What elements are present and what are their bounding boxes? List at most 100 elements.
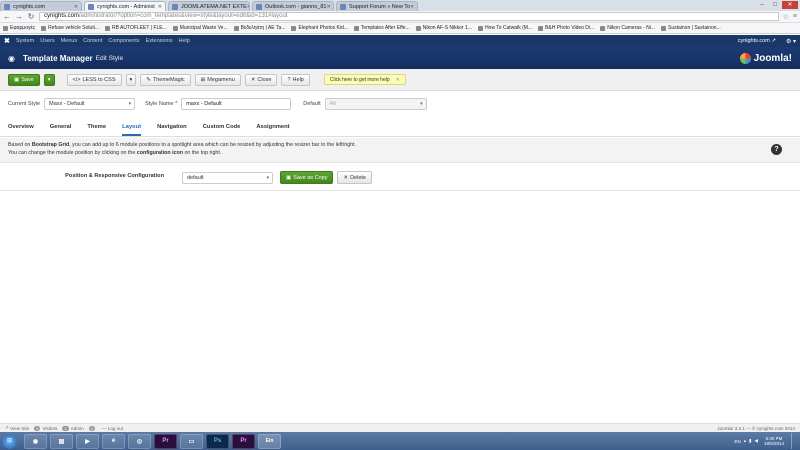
layout-select[interactable]: default ▾ <box>182 171 273 184</box>
page-title: Template Manager <box>22 53 93 63</box>
start-button[interactable]: ⊞ <box>2 433 17 449</box>
bookmark-icon <box>41 25 47 31</box>
menu-menus[interactable]: Menus <box>61 38 78 44</box>
taskbar-explorer-icon[interactable]: ▤ <box>50 433 73 449</box>
bookmark[interactable]: How To Catwalk (M... <box>477 25 532 31</box>
bookmark[interactable]: RB AUTOFLEET | FLE... <box>104 25 167 31</box>
taskbar-ie-icon[interactable]: e <box>102 433 125 449</box>
bookmark[interactable]: Elephant Photos Kid... <box>291 25 348 31</box>
reload-icon[interactable]: ↻ <box>27 12 35 21</box>
taskbar-folder-icon[interactable]: ▭ <box>180 433 203 449</box>
style-row: Current Style Maxx - Default ▾ Style Name… <box>8 97 788 111</box>
messages-status[interactable]: 0 <box>88 425 97 431</box>
style-name-input[interactable]: maxx - Default <box>181 98 292 110</box>
taskbar-premiere2-icon[interactable]: Pr <box>232 433 255 449</box>
taskbar-media-icon[interactable]: ▶ <box>76 433 99 449</box>
bookmark[interactable]: Templates After Effe... <box>353 25 410 31</box>
tab-overview[interactable]: Overview <box>8 120 34 136</box>
window-controls: – □ ✕ <box>756 1 798 9</box>
view-site-link[interactable]: ↗ View Site <box>5 425 29 431</box>
volume-icon[interactable]: ◀ <box>755 438 758 444</box>
bookmark-star-icon[interactable]: ☆ <box>783 13 789 21</box>
delete-button[interactable]: ✕ Delete <box>337 171 372 184</box>
chevron-down-icon: ▾ <box>266 174 269 181</box>
tab-assignment[interactable]: Assignment <box>256 120 289 136</box>
menu-content[interactable]: Content <box>83 38 102 44</box>
taskbar-app-icon[interactable]: Ein <box>258 433 281 449</box>
minimize-icon[interactable]: – <box>756 1 768 9</box>
tab-general[interactable]: General <box>50 120 72 136</box>
menu-components[interactable]: Components <box>108 38 139 44</box>
logout-link[interactable]: — Log out <box>102 426 123 431</box>
network-icon[interactable]: ▮ <box>749 438 751 444</box>
menu-system[interactable]: System <box>16 38 34 44</box>
less-dropdown-button[interactable]: ▾ <box>125 73 137 86</box>
current-style-select[interactable]: Maxx - Default ▾ <box>44 98 136 110</box>
close-icon[interactable]: ✕ <box>410 4 414 10</box>
save-button[interactable]: ▣ Save <box>8 73 40 86</box>
tab-custom-code[interactable]: Custom Code <box>203 120 241 136</box>
joomla-logo-icon[interactable]: ✖ <box>4 37 10 45</box>
layout-config-row: Position & Responsive Configuration defa… <box>0 165 800 191</box>
default-label: Default <box>303 101 321 107</box>
tray-arrow-icon[interactable]: ▴ <box>744 438 746 444</box>
taskbar-premiere-icon[interactable]: Pr <box>154 433 177 449</box>
close-icon[interactable]: ✕ <box>247 4 249 10</box>
clock[interactable]: 6:40 PM 18/5/2014 <box>764 436 784 447</box>
tab-navigation[interactable]: Navigation <box>157 120 187 136</box>
close-icon[interactable]: ✕ <box>326 4 330 10</box>
browser-tab[interactable]: Outlook.com - gianno_81 ✕ <box>252 1 334 11</box>
maximize-icon[interactable]: □ <box>769 1 781 9</box>
bookmark-icon <box>538 25 544 31</box>
help-button[interactable]: ? Help <box>281 73 310 86</box>
less-to-css-button[interactable]: </> LESS to CSS <box>66 73 122 86</box>
system-tray: EN ▴ ▮ ◀ 6:40 PM 18/5/2014 <box>734 433 798 449</box>
help-tip[interactable]: Click here to get more help ✕ <box>323 74 406 85</box>
megamenu-button[interactable]: ⊞ Megamenu <box>194 73 241 86</box>
site-link[interactable]: cynights.com ↗ <box>738 38 776 44</box>
save-dropdown-button[interactable]: ▾ <box>43 73 55 86</box>
menu-extensions[interactable]: Extensions <box>146 38 173 44</box>
chevron-down-icon: ▾ <box>129 76 133 83</box>
gear-icon[interactable]: ⚙ ▾ <box>786 38 796 45</box>
browser-menu-icon[interactable]: ≡ <box>793 13 797 20</box>
close-icon[interactable]: ✕ <box>74 4 78 10</box>
close-button[interactable]: ✕ Close <box>244 73 278 86</box>
bookmark[interactable]: Sustainon | Sustainon... <box>661 25 721 31</box>
taskbar-skype-icon[interactable]: ◉ <box>24 433 47 449</box>
default-select[interactable]: All ▾ <box>324 98 427 110</box>
bookmark[interactable]: B&H Photo Video Di... <box>538 25 594 31</box>
admin-footer: ↗ View Site 0 Visitors 1 Admin 0 — Log out… <box>0 423 800 432</box>
close-icon[interactable]: ✕ <box>158 4 162 10</box>
show-desktop-button[interactable] <box>791 433 798 449</box>
taskbar-photoshop-icon[interactable]: Ps <box>206 433 229 449</box>
browser-tab[interactable]: JOOMLATEMA.NET EXTE✕ <box>168 1 250 11</box>
window-close-icon[interactable]: ✕ <box>782 1 798 9</box>
bookmark-icon <box>172 25 178 31</box>
language-indicator[interactable]: EN <box>734 439 740 444</box>
url-field[interactable]: cynights.com/administrator/?option=com_t… <box>39 12 779 21</box>
save-icon: ▣ <box>286 174 292 181</box>
browser-tab-label: cynights.com - Administ <box>97 3 155 10</box>
forward-icon[interactable]: → <box>15 12 23 21</box>
save-as-copy-button[interactable]: ▣ Save as Copy <box>280 171 334 184</box>
help-question-icon[interactable]: ? <box>771 144 782 155</box>
bookmark[interactable]: Nikon AF-S Nikkor 1... <box>415 25 472 31</box>
bookmark-apps[interactable]: Εφαρμογές <box>3 25 35 31</box>
taskbar-chrome-icon[interactable]: ◎ <box>128 433 151 449</box>
menu-users[interactable]: Users <box>40 38 54 44</box>
bookmark[interactable]: Βεδεληάτη | ΑΕ Ta... <box>233 25 285 31</box>
bookmark[interactable]: Nikon Cameras - Ni... <box>600 25 655 31</box>
close-icon[interactable]: ✕ <box>396 77 400 83</box>
bookmark[interactable]: Refuse vehicle Soluti... <box>41 25 99 31</box>
menu-help[interactable]: Help <box>178 38 189 44</box>
tab-layout[interactable]: Layout <box>122 120 142 136</box>
bookmark[interactable]: Municipal Waste Ve... <box>172 25 228 31</box>
tab-theme[interactable]: Theme <box>87 120 106 136</box>
back-icon[interactable]: ← <box>3 12 11 21</box>
browser-tab[interactable]: Support Forum » New To ✕ <box>336 1 418 11</box>
save-icon: ▣ <box>14 76 20 83</box>
browser-tab-active[interactable]: cynights.com - Administ ✕ <box>84 1 166 11</box>
thememagic-button[interactable]: ✎ ThemeMagic <box>140 73 191 86</box>
browser-tab[interactable]: cynights.com ✕ <box>0 1 82 11</box>
